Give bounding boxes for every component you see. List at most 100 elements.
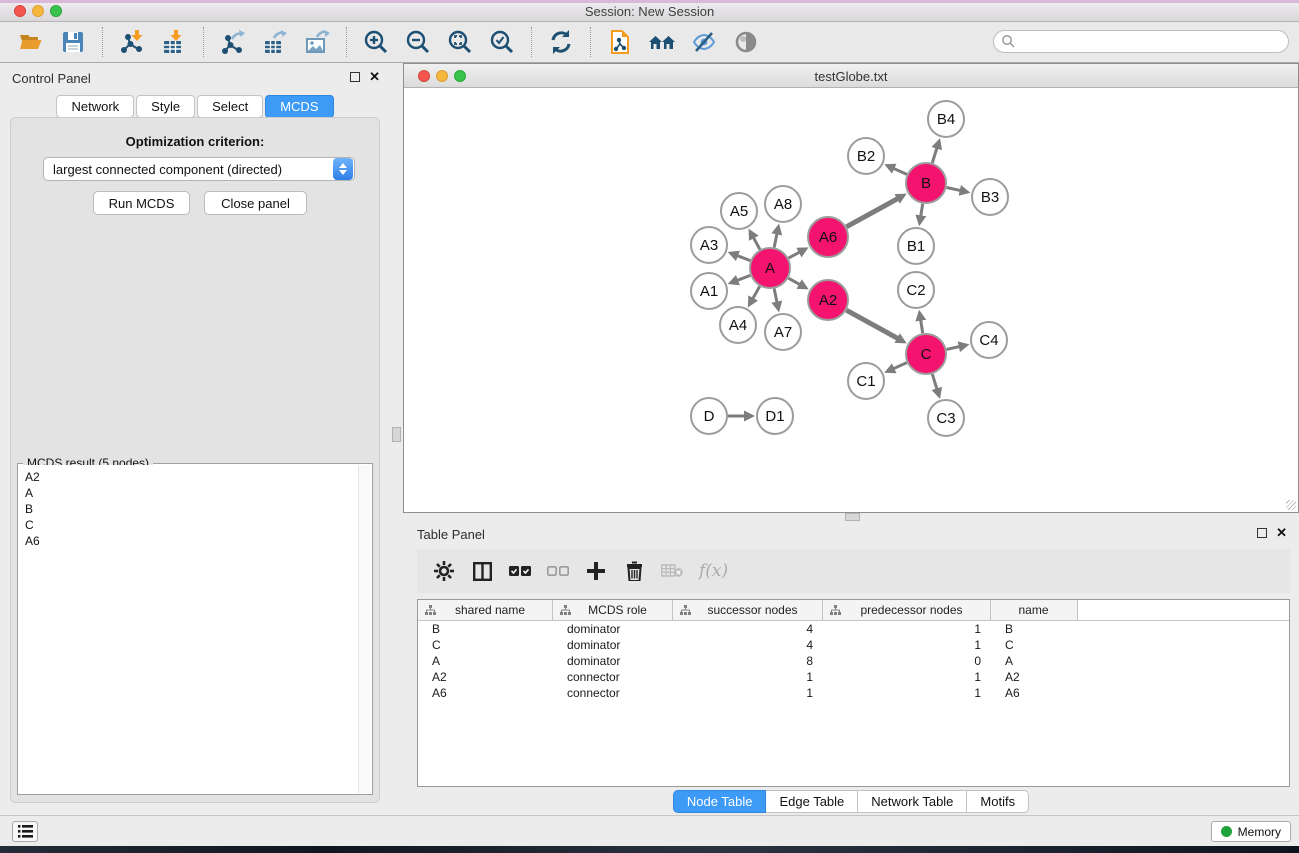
cell-MCDS-role[interactable]: connector xyxy=(553,669,673,685)
task-history-button[interactable] xyxy=(12,821,38,842)
float-panel-icon[interactable] xyxy=(350,72,360,82)
edge-C-C1[interactable] xyxy=(893,363,906,369)
zoom-out-icon[interactable] xyxy=(403,27,433,57)
graph-node-C1[interactable]: C1 xyxy=(848,363,884,399)
graph-node-C[interactable]: C xyxy=(906,334,946,374)
home-icon[interactable] xyxy=(647,27,677,57)
edge-A-A5[interactable] xyxy=(753,237,760,249)
graph-node-B3[interactable]: B3 xyxy=(972,179,1008,215)
graph-node-B2[interactable]: B2 xyxy=(848,138,884,174)
cell-successor-nodes[interactable]: 4 xyxy=(673,621,823,637)
result-item[interactable]: C xyxy=(25,517,358,533)
edge-A-A1[interactable] xyxy=(737,275,750,280)
graph-node-A[interactable]: A xyxy=(750,248,790,288)
cell-shared-name[interactable]: C xyxy=(418,637,553,653)
criterion-dropdown[interactable]: largest connected component (directed) xyxy=(43,157,355,181)
edge-A-A6[interactable] xyxy=(789,252,800,258)
settings-gear-icon[interactable] xyxy=(431,558,457,584)
cell-predecessor-nodes[interactable]: 1 xyxy=(823,621,991,637)
graph-node-C4[interactable]: C4 xyxy=(971,322,1007,358)
edge-A-A8[interactable] xyxy=(774,233,777,247)
refresh-icon[interactable] xyxy=(546,27,576,57)
zoom-fit-icon[interactable] xyxy=(445,27,475,57)
select-all-checkboxes-icon[interactable] xyxy=(507,558,533,584)
save-session-icon[interactable] xyxy=(58,27,88,57)
mcds-result-list[interactable]: A2ABCA6 xyxy=(19,465,358,793)
cell-successor-nodes[interactable]: 4 xyxy=(673,637,823,653)
add-column-icon[interactable] xyxy=(583,558,609,584)
graph-node-D1[interactable]: D1 xyxy=(757,398,793,434)
split-panel-icon[interactable] xyxy=(469,558,495,584)
edge-A-A4[interactable] xyxy=(753,286,760,299)
column-header-name[interactable]: name xyxy=(991,600,1078,620)
cell-successor-nodes[interactable]: 8 xyxy=(673,653,823,669)
column-header-successor-nodes[interactable]: successor nodes xyxy=(673,600,823,620)
graph-node-C2[interactable]: C2 xyxy=(898,272,934,308)
export-network-icon[interactable] xyxy=(218,27,248,57)
toolbar-search[interactable] xyxy=(993,30,1289,53)
float-panel-icon[interactable] xyxy=(1257,528,1267,538)
cell-successor-nodes[interactable]: 1 xyxy=(673,685,823,701)
zoom-in-icon[interactable] xyxy=(361,27,391,57)
graph-node-A1[interactable]: A1 xyxy=(691,273,727,309)
tab-network[interactable]: Network xyxy=(56,95,134,118)
export-image-icon[interactable] xyxy=(302,27,332,57)
graph-node-D[interactable]: D xyxy=(691,398,727,434)
tab-node-table[interactable]: Node Table xyxy=(673,790,767,813)
cell-successor-nodes[interactable]: 1 xyxy=(673,669,823,685)
zoom-selected-icon[interactable] xyxy=(487,27,517,57)
resize-grip-icon[interactable] xyxy=(1286,500,1296,510)
edge-A6-B[interactable] xyxy=(846,198,898,226)
table-row[interactable]: Cdominator41C xyxy=(418,637,1289,653)
tab-mcds[interactable]: MCDS xyxy=(265,95,333,118)
close-panel-button[interactable]: Close panel xyxy=(204,191,307,215)
edge-A-A7[interactable] xyxy=(774,289,777,303)
graph-node-A5[interactable]: A5 xyxy=(721,193,757,229)
table-row[interactable]: A2connector11A2 xyxy=(418,669,1289,685)
cell-name[interactable]: C xyxy=(991,637,1078,653)
result-item[interactable]: A6 xyxy=(25,533,358,549)
table-row[interactable]: Bdominator41B xyxy=(418,621,1289,637)
edge-B-B1[interactable] xyxy=(921,204,923,217)
tab-motifs[interactable]: Motifs xyxy=(967,790,1029,813)
graph-node-A2[interactable]: A2 xyxy=(808,280,848,320)
delete-table-icon[interactable] xyxy=(659,558,685,584)
edge-B-B2[interactable] xyxy=(893,168,906,174)
cell-name[interactable]: B xyxy=(991,621,1078,637)
result-item[interactable]: A2 xyxy=(25,469,358,485)
edge-B-B3[interactable] xyxy=(947,187,961,190)
hide-graphics-details-icon[interactable] xyxy=(689,27,719,57)
edge-C-C4[interactable] xyxy=(946,347,959,350)
column-header-shared-name[interactable]: shared name xyxy=(418,600,553,620)
result-scrollbar[interactable] xyxy=(358,465,371,793)
edge-C-C2[interactable] xyxy=(921,320,923,334)
cell-shared-name[interactable]: A6 xyxy=(418,685,553,701)
graph-node-A6[interactable]: A6 xyxy=(808,217,848,257)
tab-edge-table[interactable]: Edge Table xyxy=(766,790,858,813)
edge-A-A3[interactable] xyxy=(737,256,750,261)
cell-name[interactable]: A xyxy=(991,653,1078,669)
open-session-icon[interactable] xyxy=(16,27,46,57)
cell-shared-name[interactable]: B xyxy=(418,621,553,637)
new-network-from-file-icon[interactable] xyxy=(605,27,635,57)
cell-shared-name[interactable]: A2 xyxy=(418,669,553,685)
search-input[interactable] xyxy=(1016,33,1288,51)
result-item[interactable]: A xyxy=(25,485,358,501)
run-mcds-button[interactable]: Run MCDS xyxy=(93,191,190,215)
graph-node-A7[interactable]: A7 xyxy=(765,314,801,350)
delete-column-icon[interactable] xyxy=(621,558,647,584)
result-item[interactable]: B xyxy=(25,501,358,517)
graph-node-B1[interactable]: B1 xyxy=(898,228,934,264)
memory-button[interactable]: Memory xyxy=(1211,821,1291,842)
edge-A-A2[interactable] xyxy=(788,278,800,284)
tab-network-table[interactable]: Network Table xyxy=(858,790,967,813)
graph-node-A8[interactable]: A8 xyxy=(765,186,801,222)
show-graphics-details-icon[interactable] xyxy=(731,27,761,57)
graph-node-B4[interactable]: B4 xyxy=(928,101,964,137)
cell-MCDS-role[interactable]: dominator xyxy=(553,653,673,669)
import-network-icon[interactable] xyxy=(117,27,147,57)
cell-MCDS-role[interactable]: dominator xyxy=(553,637,673,653)
horizontal-splitter-handle[interactable] xyxy=(845,513,860,521)
cell-MCDS-role[interactable]: connector xyxy=(553,685,673,701)
cell-predecessor-nodes[interactable]: 1 xyxy=(823,685,991,701)
